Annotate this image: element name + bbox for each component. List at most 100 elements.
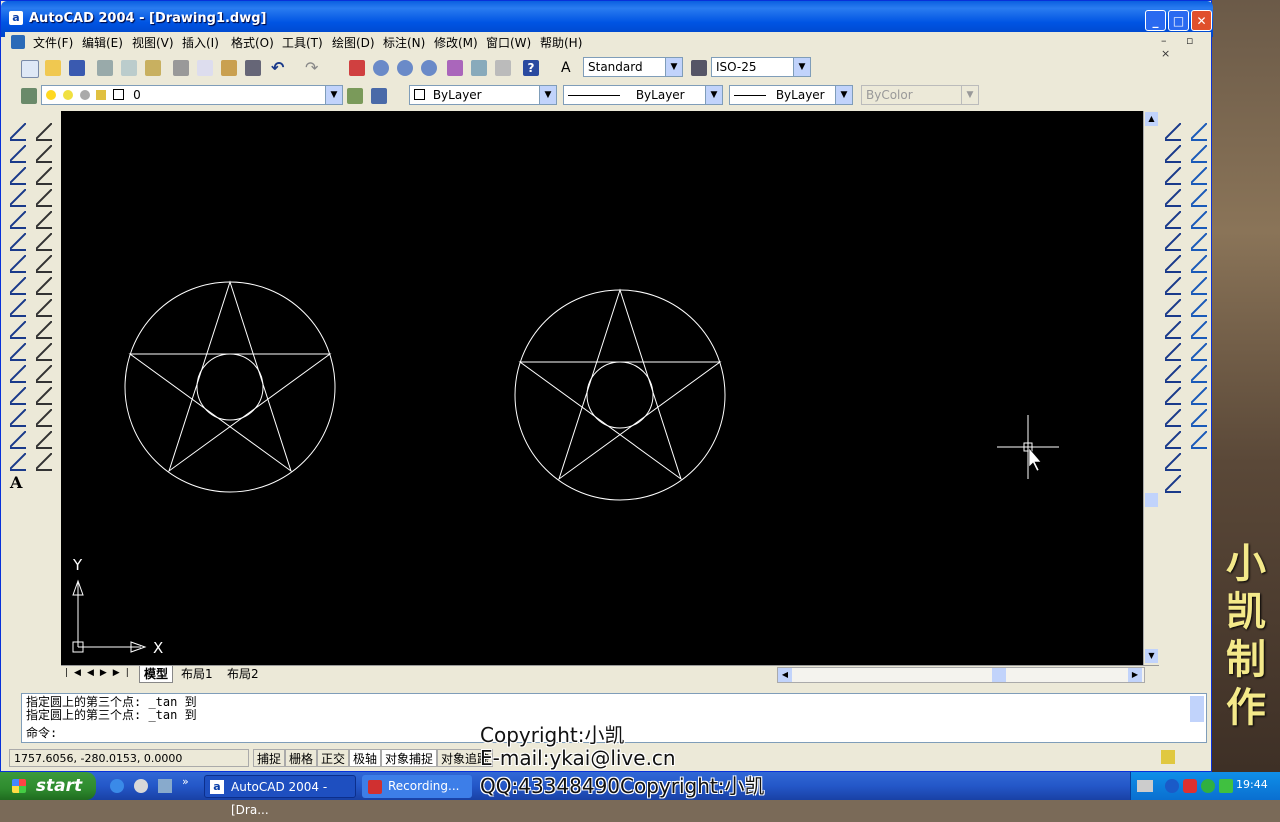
- ellipse-arc-icon[interactable]: [10, 343, 26, 361]
- dim-style-select[interactable]: ISO-25 ▼: [711, 57, 811, 77]
- fillet-icon[interactable]: [1191, 409, 1207, 427]
- help-icon[interactable]: ?: [523, 60, 539, 76]
- extension-snap-icon[interactable]: [1165, 255, 1181, 273]
- keyboard-icon[interactable]: [1137, 780, 1153, 792]
- snap-toggle[interactable]: 捕捉: [253, 749, 286, 767]
- menu-format[interactable]: 格式(O): [231, 34, 274, 51]
- erase-icon[interactable]: [1191, 123, 1207, 141]
- redo-icon[interactable]: ↷: [305, 60, 321, 76]
- tray-arrow-icon[interactable]: [1165, 779, 1179, 793]
- scroll-left-icon[interactable]: ◀: [778, 668, 792, 682]
- dimension-style-icon[interactable]: [36, 453, 52, 471]
- menu-modify[interactable]: 修改(M): [434, 34, 478, 51]
- linetype-select[interactable]: ByLayer ▼: [563, 85, 723, 105]
- tangent-snap-icon[interactable]: [1165, 321, 1181, 339]
- temporary-track-icon[interactable]: [1165, 123, 1181, 141]
- offset-icon[interactable]: [1191, 189, 1207, 207]
- security-icon[interactable]: [1183, 779, 1197, 793]
- chamfer-icon[interactable]: [1191, 387, 1207, 405]
- menu-edit[interactable]: 编辑(E): [82, 34, 123, 51]
- scroll-down-icon[interactable]: ▼: [1145, 649, 1158, 663]
- midpoint-snap-icon[interactable]: [1165, 189, 1181, 207]
- match-properties-icon[interactable]: [245, 60, 261, 76]
- rotate-icon[interactable]: [1191, 255, 1207, 273]
- chevron-down-icon[interactable]: ▼: [325, 86, 342, 104]
- menu-window[interactable]: 窗口(W): [486, 34, 531, 51]
- stretch-icon[interactable]: [1191, 299, 1207, 317]
- command-prompt[interactable]: 命令:: [26, 727, 57, 740]
- minimize-button[interactable]: _: [1145, 10, 1166, 31]
- array-icon[interactable]: [1191, 211, 1207, 229]
- intersection-snap-icon[interactable]: [1165, 211, 1181, 229]
- save-icon[interactable]: [69, 60, 85, 76]
- layer-select[interactable]: 0 ▼: [41, 85, 343, 105]
- insert-block-icon[interactable]: [10, 365, 26, 383]
- baseline-dimension-icon[interactable]: [36, 277, 52, 295]
- endpoint-snap-icon[interactable]: [1165, 167, 1181, 185]
- make-current-layer-icon[interactable]: [347, 88, 363, 104]
- internet-explorer-icon[interactable]: [110, 779, 124, 793]
- chevron-down-icon[interactable]: ▼: [835, 86, 852, 104]
- text-icon[interactable]: A: [10, 475, 26, 491]
- copy-icon[interactable]: [197, 60, 213, 76]
- angular-dimension-icon[interactable]: [36, 233, 52, 251]
- design-center-icon[interactable]: [471, 60, 487, 76]
- open-icon[interactable]: [45, 60, 61, 76]
- text-style-icon[interactable]: A: [561, 60, 577, 76]
- apparent-intersection-icon[interactable]: [1165, 233, 1181, 251]
- chevron-down-icon[interactable]: ▼: [793, 58, 810, 76]
- coordinates-readout[interactable]: 1757.6056, -280.0153, 0.0000: [9, 749, 249, 767]
- dimension-edit-icon[interactable]: [36, 387, 52, 405]
- color-select[interactable]: ByLayer ▼: [409, 85, 557, 105]
- leader-icon[interactable]: [36, 321, 52, 339]
- maximize-button[interactable]: □: [1168, 10, 1189, 31]
- chevron-down-icon[interactable]: ▼: [705, 86, 722, 104]
- menu-draw[interactable]: 绘图(D): [332, 34, 375, 51]
- chevron-down-icon[interactable]: ▼: [665, 58, 682, 76]
- menu-help[interactable]: 帮助(H): [540, 34, 582, 51]
- menu-dimension[interactable]: 标注(N): [383, 34, 425, 51]
- zoom-window-icon[interactable]: [397, 60, 413, 76]
- paste-icon[interactable]: [221, 60, 237, 76]
- vertical-scrollbar[interactable]: ▲ ▼: [1143, 111, 1160, 665]
- diameter-dimension-icon[interactable]: [36, 211, 52, 229]
- shield-icon[interactable]: [1201, 779, 1215, 793]
- pan-icon[interactable]: [349, 60, 365, 76]
- horizontal-scroll-thumb[interactable]: [992, 668, 1006, 682]
- rectangle-icon[interactable]: [10, 211, 26, 229]
- revision-cloud-icon[interactable]: [10, 277, 26, 295]
- publish-icon[interactable]: [145, 60, 161, 76]
- cut-icon[interactable]: [173, 60, 189, 76]
- tool-palettes-icon[interactable]: [495, 60, 511, 76]
- plot-icon[interactable]: [97, 60, 113, 76]
- polygon-icon[interactable]: [10, 189, 26, 207]
- none-snap-icon[interactable]: [1165, 453, 1181, 471]
- start-button[interactable]: start: [0, 772, 96, 800]
- menu-file[interactable]: 文件(F): [33, 34, 73, 51]
- quadrant-snap-icon[interactable]: [1165, 299, 1181, 317]
- tab-layout2[interactable]: 布局2: [223, 666, 263, 682]
- properties-icon[interactable]: [447, 60, 463, 76]
- ortho-toggle[interactable]: 正交: [317, 749, 350, 767]
- copy-object-icon[interactable]: [1191, 145, 1207, 163]
- lineweight-select[interactable]: ByLayer ▼: [729, 85, 853, 105]
- move-icon[interactable]: [1191, 233, 1207, 251]
- dimension-update-icon[interactable]: [36, 431, 52, 449]
- aligned-dimension-icon[interactable]: [36, 145, 52, 163]
- parallel-snap-icon[interactable]: [1165, 365, 1181, 383]
- dimension-text-edit-icon[interactable]: [36, 409, 52, 427]
- tab-layout1[interactable]: 布局1: [177, 666, 217, 682]
- undo-icon[interactable]: ↶: [271, 60, 287, 76]
- linear-dimension-icon[interactable]: [36, 123, 52, 141]
- arc-icon[interactable]: [10, 233, 26, 251]
- region-icon[interactable]: [10, 453, 26, 471]
- polar-toggle[interactable]: 极轴: [349, 749, 382, 767]
- hatch-icon[interactable]: [10, 431, 26, 449]
- command-scrollbar[interactable]: [1190, 696, 1204, 722]
- text-style-select[interactable]: Standard ▼: [583, 57, 683, 77]
- plot-preview-icon[interactable]: [121, 60, 137, 76]
- chevron-down-icon[interactable]: ▼: [539, 86, 556, 104]
- center-mark-icon[interactable]: [36, 365, 52, 383]
- new-icon[interactable]: [21, 60, 39, 78]
- osnap-toggle[interactable]: 对象捕捉: [381, 749, 438, 767]
